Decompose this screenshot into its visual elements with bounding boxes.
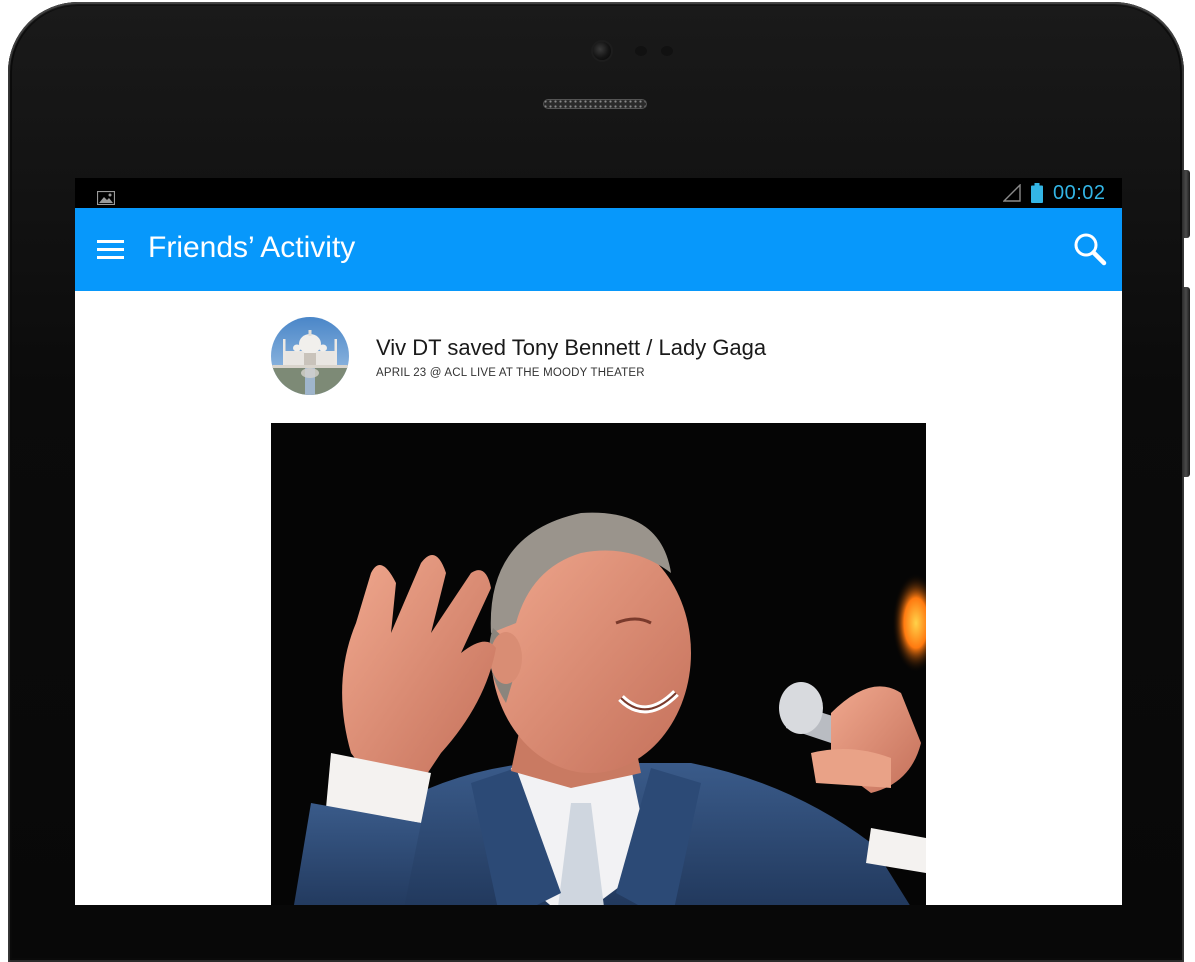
activity-title[interactable]: Viv DT saved Tony Bennett / Lady Gaga	[376, 335, 766, 361]
gallery-icon	[97, 191, 115, 205]
proximity-sensor	[661, 46, 673, 56]
power-button	[1182, 170, 1190, 238]
activity-feed: Viv DT saved Tony Bennett / Lady Gaga AP…	[75, 291, 1122, 905]
concert-photo[interactable]	[271, 423, 926, 905]
device-screen: 00:02 Friends’ Activity Viv DT saved Ton…	[75, 178, 1122, 905]
battery-icon	[1031, 183, 1043, 203]
light-sensor	[635, 46, 647, 56]
search-icon[interactable]	[1073, 232, 1107, 266]
front-camera	[593, 42, 611, 60]
activity-subtitle: APRIL 23 @ ACL LIVE AT THE MOODY THEATER	[376, 367, 645, 379]
status-bar: 00:02	[75, 178, 1122, 208]
status-time: 00:02	[1053, 182, 1106, 204]
user-avatar[interactable]	[271, 317, 349, 395]
hamburger-menu-icon[interactable]	[97, 240, 125, 260]
performer-image	[271, 423, 926, 905]
volume-rocker	[1182, 287, 1190, 477]
signal-icon	[1003, 184, 1021, 202]
app-bar: Friends’ Activity	[75, 208, 1122, 291]
earpiece-speaker	[543, 99, 647, 109]
taj-mahal-avatar-image	[271, 317, 349, 395]
app-bar-title: Friends’ Activity	[148, 231, 356, 264]
